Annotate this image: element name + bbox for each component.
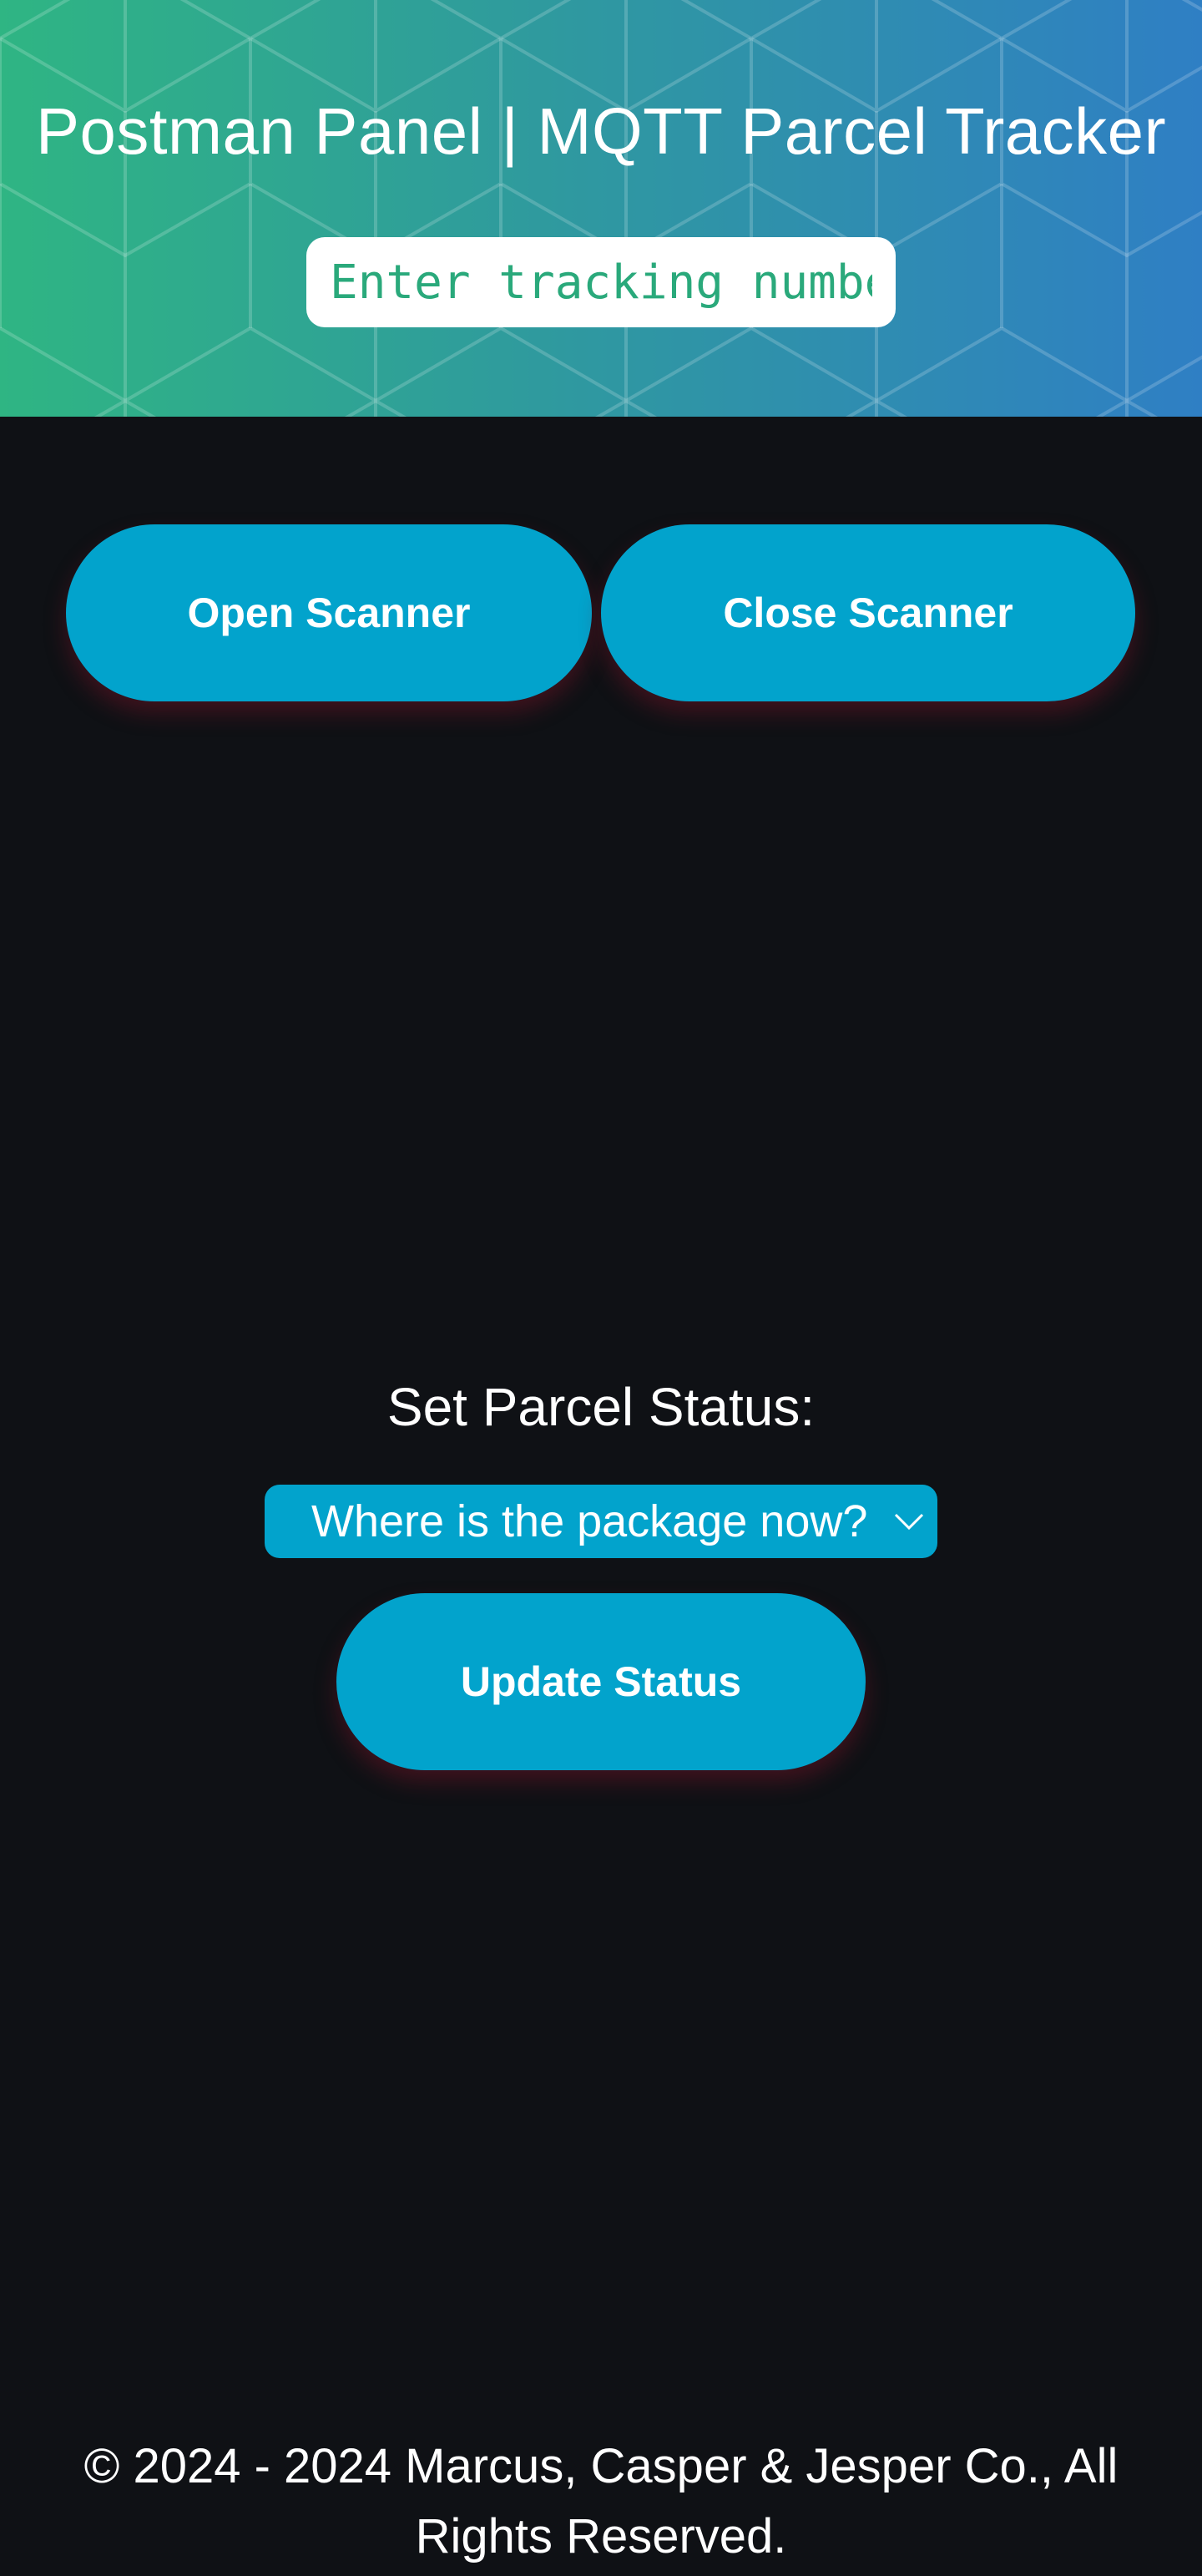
select-value: Where is the package now? — [311, 1496, 868, 1546]
tracking-number-input[interactable] — [306, 237, 896, 327]
parcel-status-label: Set Parcel Status: — [386, 1377, 816, 1437]
open-scanner-button[interactable]: Open Scanner — [66, 524, 592, 701]
chevron-down-icon — [894, 1513, 924, 1531]
close-scanner-button[interactable]: Close Scanner — [601, 524, 1135, 701]
parcel-status-select[interactable]: Where is the package now? — [265, 1485, 937, 1558]
footer-copyright: © 2024 - 2024 Marcus, Casper & Jesper Co… — [83, 2439, 1119, 2563]
update-status-button[interactable]: Update Status — [336, 1593, 866, 1770]
hexagon-pattern — [0, 0, 1202, 417]
page-title: Postman Panel | MQTT Parcel Tracker — [35, 94, 1167, 168]
header-banner: Postman Panel | MQTT Parcel Tracker — [0, 0, 1202, 417]
